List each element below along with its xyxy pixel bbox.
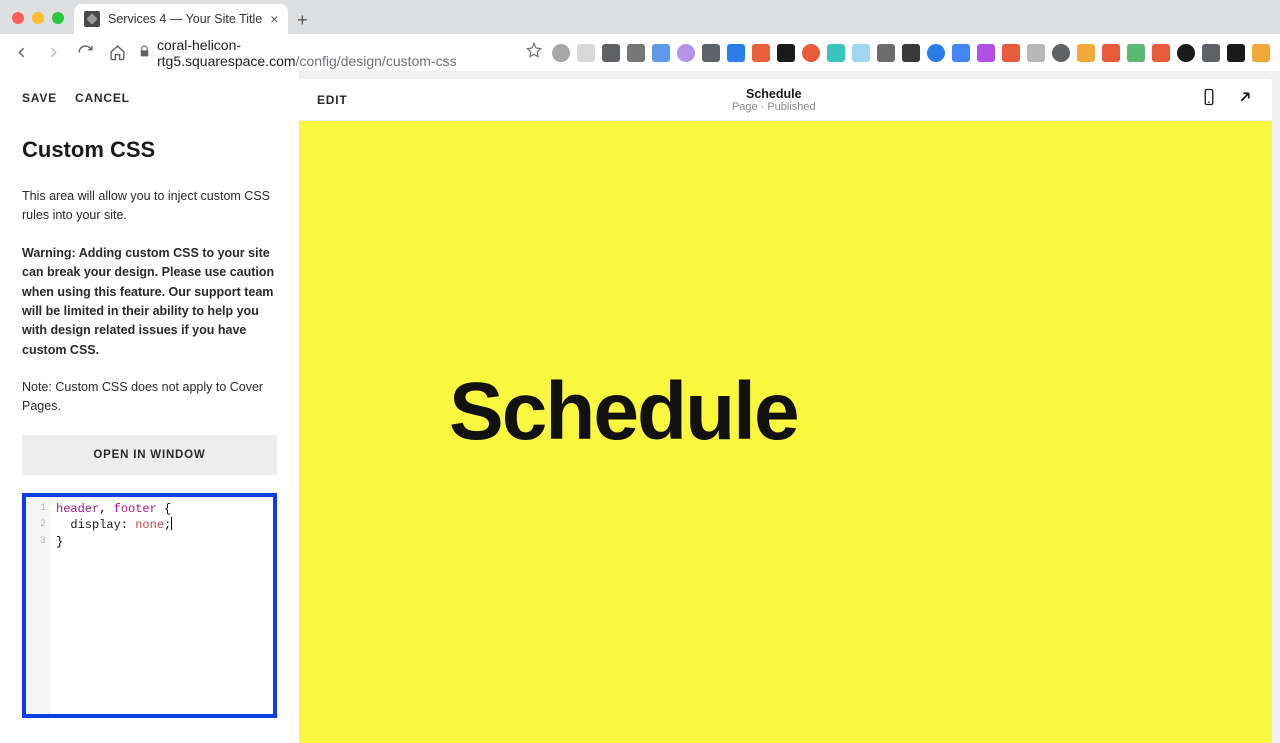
line-number: 3: [26, 534, 46, 551]
home-button[interactable]: [106, 42, 128, 64]
extension-icon[interactable]: [777, 44, 795, 62]
extension-icon[interactable]: [952, 44, 970, 62]
preview-page-title: Schedule: [348, 87, 1200, 101]
save-button[interactable]: SAVE: [22, 91, 57, 105]
preview-page-info: Schedule Page · Published: [348, 87, 1200, 113]
edit-button[interactable]: EDIT: [317, 93, 348, 107]
panel-note: Note: Custom CSS does not apply to Cover…: [22, 378, 277, 417]
extension-icon[interactable]: [752, 44, 770, 62]
preview-wrap: EDIT Schedule Page · Published Schedule: [299, 71, 1280, 743]
extension-icon[interactable]: [1027, 44, 1045, 62]
forward-button[interactable]: [42, 42, 64, 64]
extension-icon[interactable]: [1177, 44, 1195, 62]
mobile-view-icon[interactable]: [1200, 88, 1218, 111]
panel-title: Custom CSS: [22, 137, 277, 163]
extension-icon[interactable]: [652, 44, 670, 62]
extension-icon[interactable]: [727, 44, 745, 62]
line-number: 1: [26, 501, 46, 518]
lock-icon: [138, 45, 151, 61]
sidebar-actions: SAVE CANCEL: [22, 91, 277, 105]
panel-description: This area will allow you to inject custo…: [22, 187, 277, 226]
cancel-button[interactable]: CANCEL: [75, 91, 130, 105]
line-gutter: 1 2 3: [26, 497, 50, 714]
extension-icon[interactable]: [1002, 44, 1020, 62]
maximize-window-button[interactable]: [52, 12, 64, 24]
extension-icons: [552, 44, 1270, 62]
browser-chrome: Services 4 — Your Site Title × + coral-h…: [0, 0, 1280, 71]
tab-title: Services 4 — Your Site Title: [108, 12, 262, 26]
extension-icon[interactable]: [852, 44, 870, 62]
reload-button[interactable]: [74, 42, 96, 64]
extension-icon[interactable]: [1102, 44, 1120, 62]
sidebar-panel: SAVE CANCEL Custom CSS This area will al…: [0, 71, 299, 743]
url-domain: coral-helicon-rtg5.squarespace.com: [157, 37, 296, 69]
address-bar: coral-helicon-rtg5.squarespace.com/confi…: [0, 34, 1280, 71]
window-controls: [8, 12, 74, 34]
text-cursor: [171, 517, 172, 530]
expand-icon[interactable]: [1236, 88, 1254, 111]
extension-icon[interactable]: [1152, 44, 1170, 62]
extension-icon[interactable]: [702, 44, 720, 62]
open-in-window-button[interactable]: OPEN IN WINDOW: [22, 435, 277, 475]
extension-icon[interactable]: [1052, 44, 1070, 62]
extension-icon[interactable]: [1202, 44, 1220, 62]
extension-icon[interactable]: [552, 44, 570, 62]
preview-toolbar: EDIT Schedule Page · Published: [299, 79, 1272, 121]
extension-icon[interactable]: [902, 44, 920, 62]
extension-icon[interactable]: [827, 44, 845, 62]
page-heading: Schedule: [449, 365, 798, 459]
extension-icon[interactable]: [602, 44, 620, 62]
star-icon[interactable]: [526, 42, 542, 63]
url-field[interactable]: coral-helicon-rtg5.squarespace.com/confi…: [138, 37, 510, 69]
app: SAVE CANCEL Custom CSS This area will al…: [0, 71, 1280, 743]
minimize-window-button[interactable]: [32, 12, 44, 24]
extension-icon[interactable]: [677, 44, 695, 62]
extension-icon[interactable]: [927, 44, 945, 62]
extension-icon[interactable]: [1127, 44, 1145, 62]
preview-page-status: Page · Published: [348, 101, 1200, 113]
preview-frame: EDIT Schedule Page · Published Schedule: [299, 79, 1272, 743]
close-tab-icon[interactable]: ×: [270, 12, 278, 26]
extension-icon[interactable]: [977, 44, 995, 62]
extension-icon[interactable]: [577, 44, 595, 62]
css-editor[interactable]: 1 2 3 header, footer { display: none; }: [22, 493, 277, 718]
extension-icon[interactable]: [1252, 44, 1270, 62]
extension-icon[interactable]: [802, 44, 820, 62]
extension-icon[interactable]: [1227, 44, 1245, 62]
url-path: /config/design/custom-css: [296, 53, 457, 69]
tab-bar: Services 4 — Your Site Title × +: [0, 0, 1280, 34]
back-button[interactable]: [10, 42, 32, 64]
browser-tab[interactable]: Services 4 — Your Site Title ×: [74, 4, 288, 34]
new-tab-button[interactable]: +: [288, 6, 316, 34]
preview-canvas[interactable]: Schedule: [299, 121, 1272, 743]
close-window-button[interactable]: [12, 12, 24, 24]
line-number: 2: [26, 517, 46, 534]
extension-icon[interactable]: [627, 44, 645, 62]
code-content[interactable]: header, footer { display: none; }: [50, 497, 176, 714]
extension-icon[interactable]: [1077, 44, 1095, 62]
panel-warning: Warning: Adding custom CSS to your site …: [22, 244, 277, 360]
extension-icon[interactable]: [877, 44, 895, 62]
preview-toolbar-icons: [1200, 88, 1254, 111]
tab-favicon-icon: [84, 11, 100, 27]
